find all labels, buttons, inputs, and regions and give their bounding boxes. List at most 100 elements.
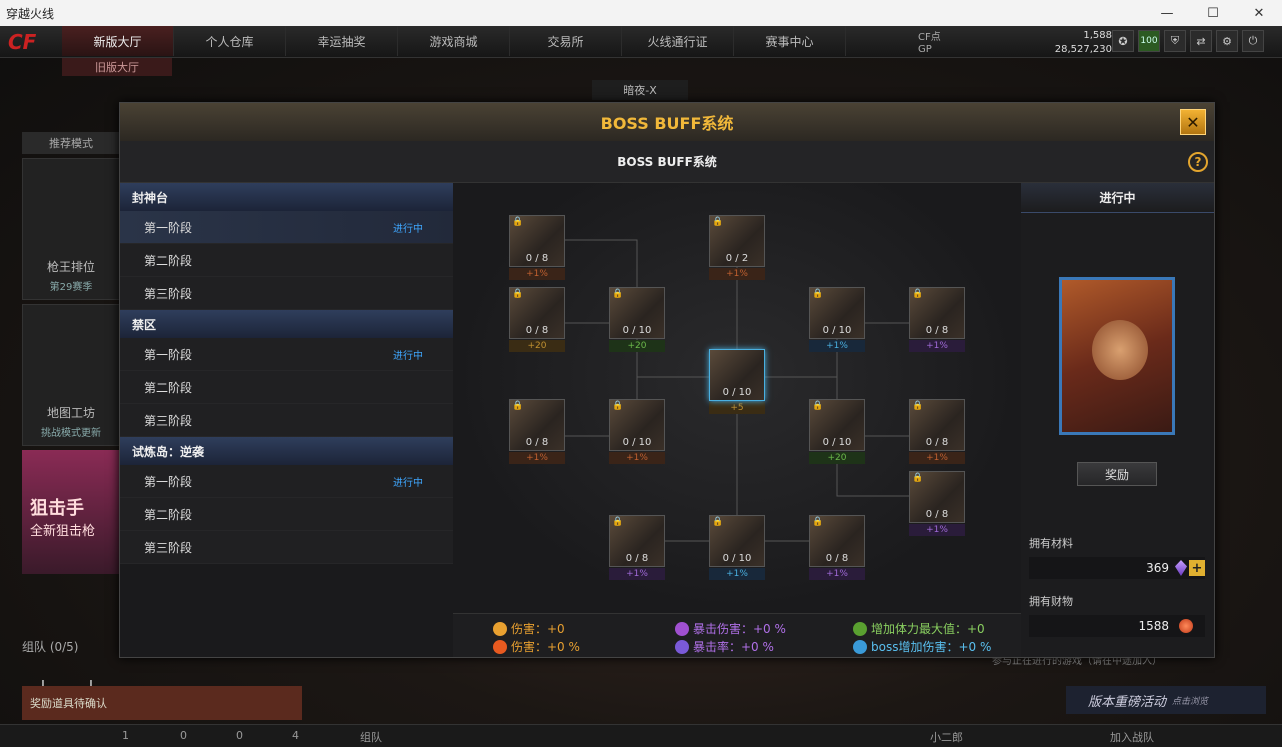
group-title[interactable]: 试炼岛：逆袭 — [120, 437, 453, 465]
stage-item[interactable]: 第三阶段 — [120, 404, 453, 437]
stage-status: 进行中 — [393, 350, 423, 362]
stage-item[interactable]: 第三阶段 — [120, 531, 453, 564]
boss-state: 进行中 — [1021, 183, 1214, 213]
node-buff: +1% — [609, 568, 665, 580]
tab-exchange[interactable]: 交易所 — [510, 26, 622, 56]
tab-shop[interactable]: 游戏商城 — [398, 26, 510, 56]
reward-confirm-bar[interactable]: 奖励道具待确认 — [22, 686, 302, 720]
buff-node[interactable]: 🔒 0 / 10 +1% — [709, 515, 765, 581]
lock-icon: 🔒 — [612, 517, 624, 527]
map-name: 暗夜-X — [592, 80, 688, 100]
ranked-card[interactable]: 枪王排位 第29赛季 — [22, 158, 120, 300]
buff-node[interactable]: 🔒 0 / 8 +1% — [809, 515, 865, 581]
bottom-team[interactable]: 组队 — [360, 729, 382, 745]
stage-item[interactable]: 第二阶段 — [120, 371, 453, 404]
node-buff: +1% — [509, 268, 565, 280]
lock-icon: 🔒 — [512, 289, 524, 299]
buff-node[interactable]: 🔒 0 / 8 +20 — [509, 287, 565, 353]
legend-crit-rate: 暴击率：+0 % — [675, 638, 774, 655]
old-hall-tab[interactable]: 旧版大厅 — [62, 58, 172, 76]
legend-label: 增加体力最大值：+0 — [871, 622, 985, 636]
node-count: 0 / 2 — [725, 253, 749, 264]
shield-icon[interactable]: ⛨ — [1164, 30, 1186, 52]
bottom-count: 0 — [236, 729, 243, 742]
cf-points-value: 1,588 — [1083, 29, 1112, 41]
version-event-banner[interactable]: 版本重磅活动 点击浏览 — [1066, 686, 1266, 714]
stage-label: 第三阶段 — [144, 286, 193, 301]
node-portrait: 🔒 0 / 10 — [709, 515, 765, 567]
window-titlebar: 穿越火线 — ☐ ✕ — [0, 0, 1282, 26]
node-portrait: 🔒 0 / 2 — [709, 215, 765, 267]
stage-item[interactable]: 第三阶段 — [120, 277, 453, 310]
buff-node[interactable]: 🔒 0 / 10 +1% — [809, 287, 865, 353]
buff-node[interactable]: 🔒 0 / 8 +1% — [909, 471, 965, 537]
maximize-button[interactable]: ☐ — [1190, 0, 1236, 26]
stage-item[interactable]: 第二阶段 — [120, 244, 453, 277]
materials-field: 369 + — [1029, 557, 1205, 579]
stage-item[interactable]: 第一阶段 进行中 — [120, 338, 453, 371]
gear-icon[interactable]: ⚙ — [1216, 30, 1238, 52]
tab-pass[interactable]: 火线通行证 — [622, 26, 734, 56]
close-button[interactable]: ✕ — [1180, 109, 1206, 135]
add-materials-button[interactable]: + — [1189, 560, 1205, 576]
lock-icon: 🔒 — [912, 473, 924, 483]
buff-node[interactable]: 🔒 0 / 8 +1% — [909, 287, 965, 353]
bottom-player[interactable]: 小二郎 — [930, 729, 963, 745]
buff-node[interactable]: 0 / 10 +5 — [709, 349, 765, 415]
node-buff: +1% — [809, 568, 865, 580]
stage-item[interactable]: 第二阶段 — [120, 498, 453, 531]
reward-button[interactable]: 奖励 — [1077, 462, 1157, 486]
help-icon[interactable]: ? — [1188, 152, 1208, 172]
legend-label: 伤害：+0 % — [511, 640, 580, 654]
power-icon[interactable]: ⏻ — [1242, 30, 1264, 52]
node-count: 0 / 8 — [625, 553, 649, 564]
node-count: 0 / 10 — [722, 387, 752, 398]
close-window-button[interactable]: ✕ — [1236, 0, 1282, 26]
buff-node[interactable]: 🔒 0 / 8 +1% — [609, 515, 665, 581]
node-portrait: 🔒 0 / 8 — [909, 471, 965, 523]
tab-events[interactable]: 赛事中心 — [734, 26, 846, 56]
buff-node[interactable]: 🔒 0 / 10 +20 — [809, 399, 865, 465]
buff-node[interactable]: 🔒 0 / 8 +1% — [909, 399, 965, 465]
gp-value: 28,527,230 — [1054, 43, 1112, 55]
node-portrait: 🔒 0 / 10 — [809, 287, 865, 339]
workshop-card[interactable]: 地图工坊 挑战模式更新 — [22, 304, 120, 446]
bottom-count: 4 — [292, 729, 299, 742]
bottom-count: 1 — [122, 729, 129, 742]
join-clan[interactable]: 加入战队 — [1110, 729, 1154, 745]
stage-label: 第一阶段 — [144, 474, 193, 489]
stage-list: 封神台 第一阶段 进行中 第二阶段 第三阶段 禁区 第一阶段 进行中 第二阶段 第三… — [120, 183, 453, 657]
boss-buff-modal: BOSS BUFF系统 ✕ BOSS BUFF系统 ? 封神台 第一阶段 进行中 … — [119, 102, 1215, 658]
buff-node[interactable]: 🔒 0 / 2 +1% — [709, 215, 765, 281]
promo-line1: 狙击手 — [30, 498, 84, 519]
node-count: 0 / 10 — [722, 553, 752, 564]
wealth-field: 1588 — [1029, 615, 1205, 637]
sniper-promo[interactable]: 狙击手 全新狙击枪 — [22, 450, 120, 574]
node-portrait: 🔒 0 / 8 — [809, 515, 865, 567]
buff-node[interactable]: 🔒 0 / 10 +20 — [609, 287, 665, 353]
top-icons: ✪ 100 ⛨ ⇄ ⚙ ⏻ — [1112, 30, 1264, 52]
stage-item[interactable]: 第一阶段 进行中 — [120, 211, 453, 244]
tab-warehouse[interactable]: 个人仓库 — [174, 26, 286, 56]
tab-lottery[interactable]: 幸运抽奖 — [286, 26, 398, 56]
group-title[interactable]: 禁区 — [120, 310, 453, 338]
ranked-season: 第29赛季 — [49, 282, 93, 293]
legend-damage: 伤害：+0 — [493, 620, 565, 637]
nav-tabs: 新版大厅 个人仓库 幸运抽奖 游戏商城 交易所 火线通行证 赛事中心 — [62, 26, 846, 56]
wealth-label: 拥有财物 — [1029, 595, 1073, 608]
buff-node[interactable]: 🔒 0 / 10 +1% — [609, 399, 665, 465]
buff-node[interactable]: 🔒 0 / 8 +1% — [509, 399, 565, 465]
rank-icon[interactable]: ✪ — [1112, 30, 1134, 52]
tab-new-hall[interactable]: 新版大厅 — [62, 26, 174, 56]
window-title: 穿越火线 — [6, 6, 55, 21]
buff-node[interactable]: 🔒 0 / 8 +1% — [509, 215, 565, 281]
stage-label: 第二阶段 — [144, 253, 193, 268]
switch-icon[interactable]: ⇄ — [1190, 30, 1212, 52]
minimize-button[interactable]: — — [1144, 0, 1190, 26]
group-title[interactable]: 封神台 — [120, 183, 453, 211]
bottom-count: 0 — [180, 729, 187, 742]
stage-item[interactable]: 第一阶段 进行中 — [120, 465, 453, 498]
legend-max-hp: 增加体力最大值：+0 — [853, 620, 985, 637]
lock-icon: 🔒 — [512, 217, 524, 227]
node-buff: +1% — [809, 340, 865, 352]
